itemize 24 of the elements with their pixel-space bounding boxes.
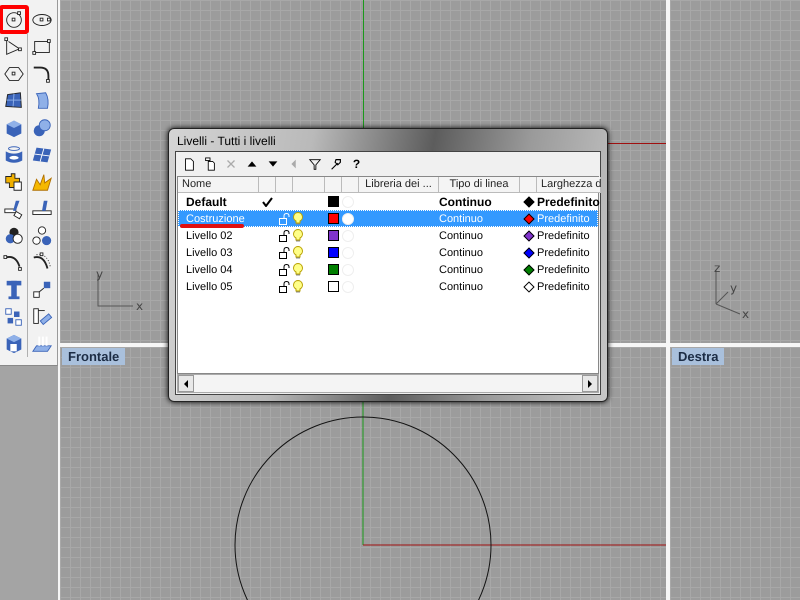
print-width-text: Predefinito [537,212,590,224]
print-width-text: Predefinito [537,246,590,258]
linetype-text: Continuo [439,264,484,276]
axis-label: y [730,281,738,295]
linetype-text: Continuo [439,230,484,242]
linetype-text: Continuo [439,246,484,258]
axis-label: x [742,307,750,321]
axis-label: y [96,267,104,281]
layer-name: Livello 02 [186,230,232,242]
layer-name: Default [186,194,227,208]
print-width-text: Predefinito [537,230,590,242]
linetype-text: Continuo [439,280,484,292]
linetype-text: Continuo [439,212,484,224]
axis-label: x [136,299,144,313]
print-width-text: Predefinito [537,264,590,276]
layer-name: Costruzione [186,212,245,224]
linetype-text: Continuo [439,194,492,208]
print-width-text: Predefinito [537,194,600,208]
axis-label: z [714,262,720,275]
print-width-text: Predefinito [537,280,590,292]
layer-name: Livello 03 [186,246,232,258]
dialog-title: Livelli - Tutti i livelli [176,133,277,150]
layer-name: Livello 04 [186,264,232,276]
layer-name: Livello 05 [186,280,232,292]
